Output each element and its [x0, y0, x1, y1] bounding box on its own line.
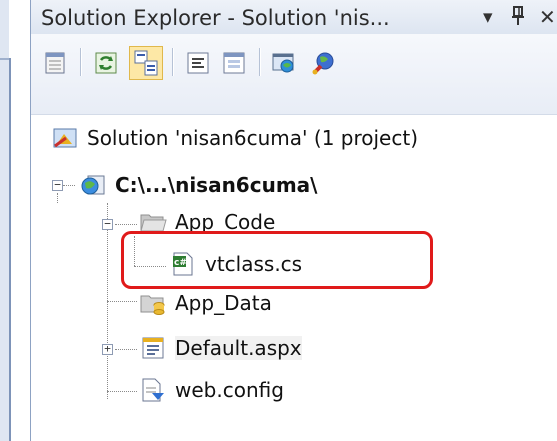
tree-line [107, 301, 137, 302]
pin-icon[interactable] [511, 6, 525, 31]
toolbar-separator [259, 48, 261, 76]
left-panel-border [9, 58, 11, 441]
left-panel-edge [0, 0, 9, 441]
aspx-page-icon [139, 334, 167, 362]
tree-node-web-config[interactable]: web.config [139, 374, 284, 406]
solution-label: Solution 'nisan6cuma' (1 project) [87, 126, 419, 150]
tree-line [57, 193, 58, 203]
solution-explorer-window: Solution Explorer - Solution 'nis... ▾ ✕ [30, 0, 557, 441]
toolbar-separator [172, 48, 174, 76]
tree-line [107, 391, 137, 392]
app-code-collapse-toggle[interactable]: − [102, 218, 113, 230]
title-bar[interactable]: Solution Explorer - Solution 'nis... ▾ ✕ [31, 0, 557, 35]
copy-website-icon[interactable] [267, 46, 301, 80]
nest-related-files-icon[interactable] [129, 46, 163, 80]
tree-line [115, 349, 137, 350]
solution-icon [51, 124, 79, 152]
default-aspx-expand-toggle[interactable]: + [102, 343, 113, 355]
project-collapse-toggle[interactable]: − [52, 179, 63, 191]
website-project-icon [79, 171, 107, 199]
window-position-dropdown-icon[interactable]: ▾ [483, 6, 493, 28]
highlight-annotation [121, 231, 433, 289]
project-label: C:\...\nisan6cuma\ [115, 173, 318, 197]
toolbar-separator [80, 48, 82, 76]
tree-line [63, 185, 75, 186]
tree-node-project[interactable]: C:\...\nisan6cuma\ [79, 169, 317, 201]
tree-node-solution[interactable]: Solution 'nisan6cuma' (1 project) [51, 122, 418, 154]
close-icon[interactable]: ✕ [539, 6, 556, 28]
tree-node-app-data[interactable]: App_Data [139, 287, 272, 319]
view-code-icon[interactable] [181, 46, 215, 80]
tree-node-default-aspx[interactable]: Default.aspx [139, 332, 302, 364]
web-config-label: web.config [175, 378, 284, 402]
refresh-icon[interactable] [89, 46, 123, 80]
view-designer-icon[interactable] [217, 46, 251, 80]
config-file-icon [139, 376, 167, 404]
tree-line [115, 224, 137, 225]
app-data-label: App_Data [175, 291, 272, 315]
window-title: Solution Explorer - Solution 'nis... [41, 6, 390, 30]
asp-net-configuration-icon[interactable] [307, 46, 341, 80]
folder-database-icon [139, 289, 167, 317]
properties-icon[interactable] [39, 46, 73, 80]
default-aspx-label: Default.aspx [175, 336, 302, 360]
